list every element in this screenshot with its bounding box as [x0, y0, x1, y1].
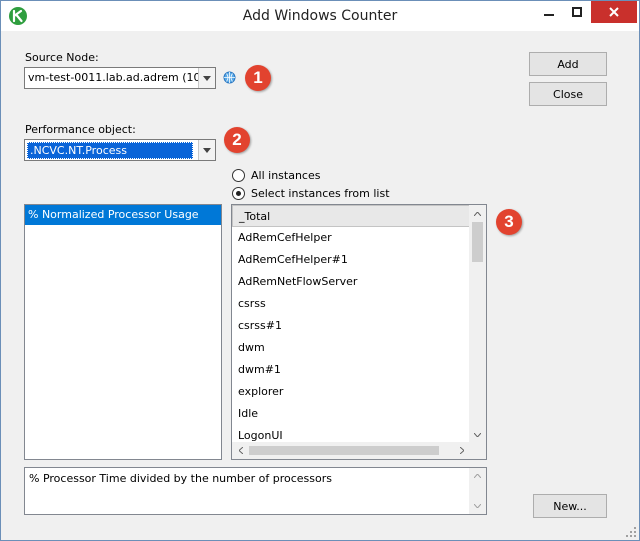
globe-icon[interactable]: [223, 71, 236, 87]
maximize-icon: [572, 7, 582, 17]
select-instances-radio-option[interactable]: Select instances from list: [232, 187, 390, 200]
all-instances-radio-option[interactable]: All instances: [232, 169, 320, 182]
source-node-combobox[interactable]: vm-test-0011.lab.ad.adrem (10.20: [24, 67, 216, 89]
minimize-button[interactable]: [535, 1, 563, 23]
callout-badge-1: 1: [245, 65, 271, 91]
minimize-icon: [544, 14, 554, 16]
performance-object-combobox[interactable]: .NCVC.NT.Process: [24, 139, 216, 161]
instances-vertical-scrollbar[interactable]: [469, 205, 486, 443]
add-windows-counter-dialog: Add Windows Counter Source Node: vm-test…: [0, 0, 640, 541]
select-instances-radio[interactable]: [232, 187, 245, 200]
instance-item[interactable]: AdRemNetFlowServer: [232, 271, 470, 293]
performance-object-label: Performance object:: [25, 123, 136, 136]
source-node-value: vm-test-0011.lab.ad.adrem (10.20: [28, 71, 216, 84]
scroll-down-arrow-icon[interactable]: [469, 426, 486, 443]
add-button[interactable]: Add: [529, 52, 607, 76]
instances-horizontal-scrollbar[interactable]: [232, 442, 470, 459]
instance-item[interactable]: Idle: [232, 403, 470, 425]
counters-list[interactable]: % Normalized Processor Usage: [24, 204, 222, 460]
instance-item[interactable]: dwm: [232, 337, 470, 359]
chevron-down-icon: [198, 68, 215, 88]
instance-item[interactable]: csrss#1: [232, 315, 470, 337]
scroll-left-arrow-icon[interactable]: [232, 442, 249, 459]
maximize-button[interactable]: [563, 1, 591, 23]
chevron-down-icon: [198, 140, 215, 160]
instances-list[interactable]: _Total AdRemCefHelper AdRemCefHelper#1 A…: [231, 204, 487, 460]
title-bar: Add Windows Counter: [1, 1, 639, 31]
scroll-thumb[interactable]: [472, 222, 483, 262]
close-button[interactable]: Close: [529, 82, 607, 106]
scroll-right-arrow-icon[interactable]: [453, 442, 470, 459]
scrollbar-corner: [469, 442, 486, 459]
counter-description-box: % Processor Time divided by the number o…: [24, 467, 487, 515]
new-button[interactable]: New...: [533, 494, 607, 518]
callout-badge-2: 2: [224, 127, 250, 153]
performance-object-value: .NCVC.NT.Process: [27, 142, 193, 159]
callout-badge-3: 3: [496, 209, 522, 235]
description-scrollbar[interactable]: [469, 468, 486, 514]
select-instances-label: Select instances from list: [251, 187, 390, 200]
close-icon: [609, 7, 619, 17]
scroll-up-arrow-icon[interactable]: [469, 205, 486, 222]
instance-item[interactable]: csrss: [232, 293, 470, 315]
instance-item[interactable]: AdRemCefHelper: [232, 227, 470, 249]
instance-item[interactable]: _Total: [232, 205, 470, 227]
instance-item[interactable]: dwm#1: [232, 359, 470, 381]
scroll-thumb[interactable]: [249, 446, 439, 455]
source-node-label: Source Node:: [25, 51, 99, 64]
close-window-button[interactable]: [591, 1, 637, 23]
all-instances-radio[interactable]: [232, 169, 245, 182]
resize-grip-icon[interactable]: [625, 526, 637, 538]
all-instances-label: All instances: [251, 169, 321, 182]
counter-description-text: % Processor Time divided by the number o…: [29, 472, 332, 485]
scroll-down-arrow-icon[interactable]: [469, 498, 486, 514]
scroll-up-arrow-icon[interactable]: [469, 468, 486, 484]
instance-item[interactable]: explorer: [232, 381, 470, 403]
counter-item[interactable]: % Normalized Processor Usage: [25, 205, 221, 225]
instance-item[interactable]: AdRemCefHelper#1: [232, 249, 470, 271]
